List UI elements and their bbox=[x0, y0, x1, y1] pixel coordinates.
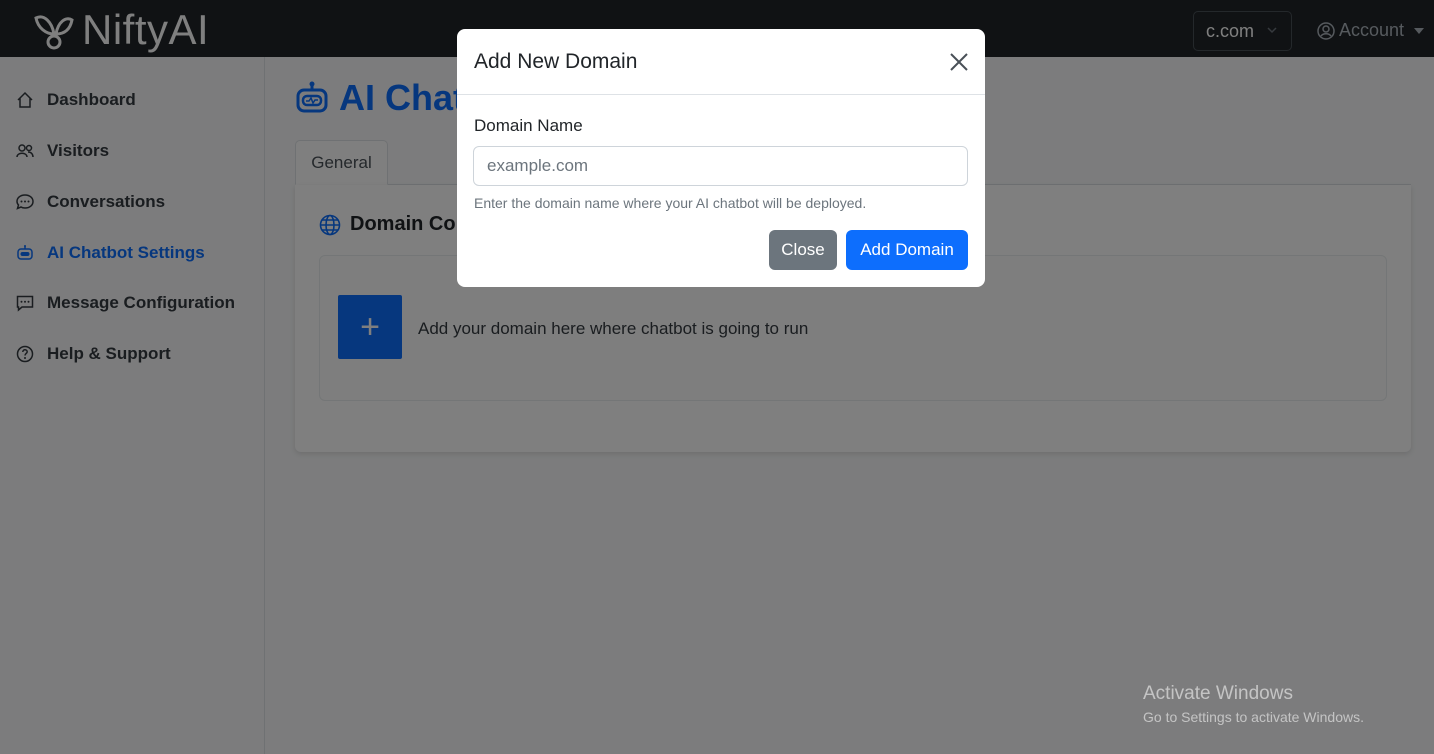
domain-name-label: Domain Name bbox=[474, 116, 583, 135]
domain-name-input[interactable] bbox=[473, 146, 968, 186]
windows-activation-watermark: Activate Windows Go to Settings to activ… bbox=[1143, 683, 1364, 725]
watermark-title: Activate Windows bbox=[1143, 683, 1293, 704]
domain-name-help: Enter the domain name where your AI chat… bbox=[474, 195, 867, 211]
add-domain-modal: Add New Domain Domain Name Enter the dom… bbox=[457, 29, 985, 287]
modal-header: Add New Domain bbox=[457, 29, 985, 95]
add-domain-button[interactable]: Add Domain bbox=[846, 230, 968, 270]
close-button[interactable]: Close bbox=[769, 230, 837, 270]
close-icon[interactable] bbox=[948, 51, 970, 73]
watermark-subtitle: Go to Settings to activate Windows. bbox=[1143, 709, 1364, 725]
modal-title: Add New Domain bbox=[474, 50, 638, 73]
